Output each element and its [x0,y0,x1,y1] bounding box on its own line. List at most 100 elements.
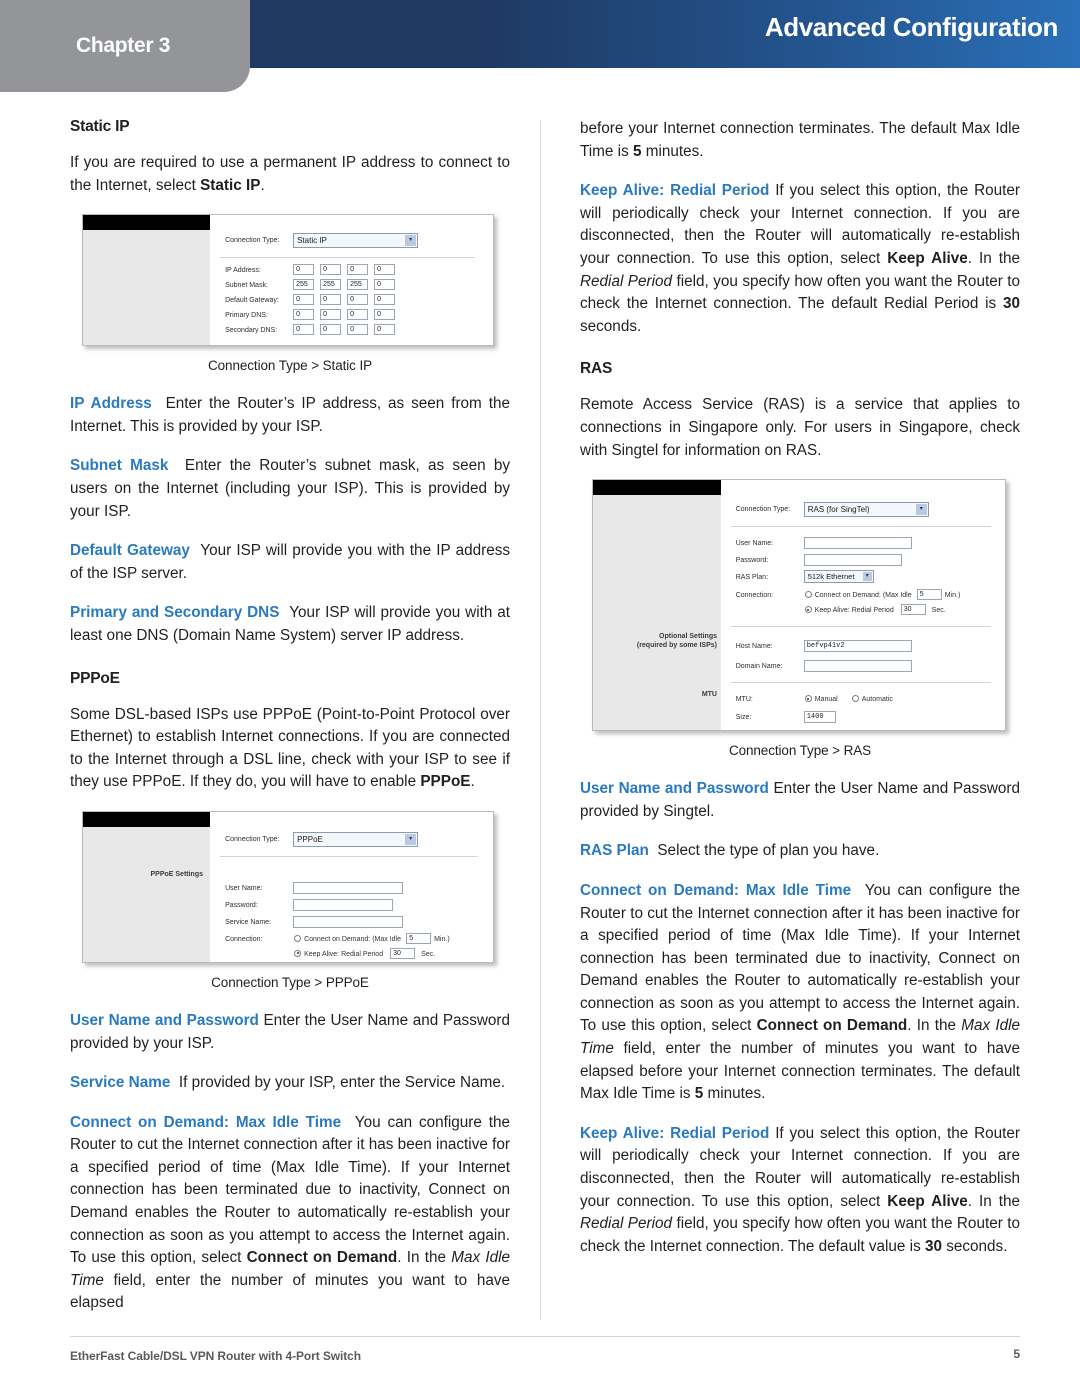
input-ip-octet[interactable]: 255 [347,279,369,291]
divider [730,526,991,528]
label-default-gateway: Default Gateway: [225,297,279,305]
select-connection-type[interactable]: PPPoE ▾ [293,831,419,847]
divider [730,682,991,684]
radio-mtu-automatic[interactable] [851,695,859,703]
input-ip-octet[interactable]: 0 [374,279,396,291]
input-password[interactable] [293,898,394,911]
text-run: field, enter the number of minutes you w… [580,1040,1020,1103]
text-run: minutes. [703,1085,766,1103]
text-run-bold: 5 [694,1085,704,1103]
label-subnet-mask: Subnet Mask: [225,282,268,290]
radio-connect-on-demand[interactable] [294,934,302,942]
label-ip-address: IP Address: [225,267,261,275]
input-ip-octet[interactable]: 0 [293,324,315,336]
term-subnet-mask: Subnet Mask [70,457,169,475]
input-host-name[interactable]: befvp41v2 [803,640,912,653]
input-domain-name[interactable] [803,660,912,673]
chevron-down-icon[interactable]: ▾ [405,833,417,845]
input-ip-octet[interactable]: 0 [347,264,369,276]
label-keep-alive: Keep Alive: Redial Period [304,950,384,958]
label-redial-unit: Sec. [931,607,946,615]
paragraph-continued: before your Internet connection terminat… [580,118,1020,163]
label-max-idle-unit: Min.) [944,592,961,600]
text-run-italic: Redial Period [580,272,673,290]
left-column: Static IP If you are required to use a p… [70,118,510,1315]
input-ip-octet[interactable]: 255 [293,279,315,291]
paragraph-subnet-mask: Subnet Mask Enter the Router’s subnet ma… [70,455,510,523]
input-ip-octet[interactable]: 0 [374,294,396,306]
label-connection-type: Connection Type: [225,237,280,245]
divider [220,855,479,857]
label-secondary-dns: Secondary DNS: [225,327,278,335]
select-connection-type[interactable]: RAS (for SingTel) ▾ [803,502,929,518]
select-ras-plan[interactable]: 512k Ethernet ▾ [803,570,874,584]
text-run: minutes. [641,142,704,160]
label-mtu: MTU: [735,696,753,704]
input-password[interactable] [803,554,902,567]
heading-static-ip: Static IP [70,118,130,135]
input-ip-octet[interactable]: 0 [347,309,369,321]
input-ip-octet[interactable]: 0 [293,264,315,276]
sidebar-label-optional-line2: (required by some ISPs) [636,642,717,650]
text-run-bold: Keep Alive [887,249,968,267]
text-run-bold: Static IP [200,176,261,194]
label-password: Password: [225,901,258,909]
term-keep-alive: Keep Alive: Redial Period [580,1124,770,1142]
paragraph-user-name-password-ras: User Name and Password Enter the User Na… [580,778,1020,823]
text-run-bold: 30 [1002,295,1020,313]
sidebar-label-mtu: MTU [701,691,717,699]
radio-connect-on-demand[interactable] [804,591,812,599]
divider [220,257,476,259]
input-ip-octet[interactable]: 0 [320,264,342,276]
input-max-idle-time[interactable]: 5 [406,932,432,944]
input-mtu-size[interactable]: 1400 [803,711,836,724]
label-connect-on-demand: Connect on Demand: (Max Idle [814,592,912,600]
text-run-bold: Connect on Demand [756,1017,908,1035]
select-value: RAS (for SingTel) [807,505,870,515]
input-ip-octet[interactable]: 255 [320,279,342,291]
footer-product-name: EtherFast Cable/DSL VPN Router with 4-Po… [70,1349,361,1363]
input-ip-octet[interactable]: 0 [374,309,396,321]
input-ip-octet[interactable]: 0 [320,309,342,321]
term-connect-on-demand: Connect on Demand: Max Idle Time [70,1113,342,1131]
input-redial-period[interactable]: 30 [390,947,416,959]
input-user-name[interactable] [293,881,404,894]
label-redial-unit: Sec. [421,950,436,958]
input-ip-octet[interactable]: 0 [347,324,369,336]
chapter-tab: Chapter 3 [0,0,250,92]
chevron-down-icon[interactable]: ▾ [915,504,927,516]
text-run: seconds. [941,1237,1008,1255]
text-run: . In the [967,1192,1021,1210]
radio-keep-alive[interactable] [804,606,812,614]
input-ip-octet[interactable]: 0 [320,294,342,306]
select-value: PPPoE [297,834,323,844]
input-service-name[interactable] [293,915,404,928]
input-ip-octet[interactable]: 0 [347,294,369,306]
label-mtu-manual: Manual [814,696,838,704]
divider [730,626,991,628]
chevron-down-icon[interactable]: ▾ [405,235,417,247]
input-ip-octet[interactable]: 0 [374,324,396,336]
page-footer: 5 EtherFast Cable/DSL VPN Router with 4-… [70,1336,1020,1365]
input-max-idle-time[interactable]: 5 [916,589,942,601]
chevron-down-icon[interactable]: ▾ [862,572,872,582]
radio-mtu-manual[interactable] [804,695,812,703]
paragraph-service-name: Service Name If provided by your ISP, en… [70,1072,510,1095]
radio-keep-alive[interactable] [294,949,302,957]
input-ip-octet[interactable]: 0 [293,309,315,321]
text-run: field, enter the number of minutes you w… [70,1271,510,1312]
select-connection-type[interactable]: Static IP ▾ [293,233,419,249]
text-run: . [260,176,265,194]
label-service-name: Service Name: [225,918,271,926]
label-connection-type: Connection Type: [735,506,791,514]
input-ip-octet[interactable]: 0 [374,264,396,276]
label-connect-on-demand: Connect on Demand: (Max Idle [304,935,401,943]
input-ip-octet[interactable]: 0 [293,294,315,306]
term-user-name-password: User Name and Password [70,1011,259,1029]
input-user-name[interactable] [803,537,912,550]
input-ip-octet[interactable]: 0 [320,324,342,336]
term-connect-on-demand: Connect on Demand: Max Idle Time [580,881,852,899]
screenshot-sidebar [83,215,212,346]
screenshot-body: Connection Type: PPPoE ▾ User Name: Passw… [210,811,493,962]
input-redial-period[interactable]: 30 [900,604,926,616]
